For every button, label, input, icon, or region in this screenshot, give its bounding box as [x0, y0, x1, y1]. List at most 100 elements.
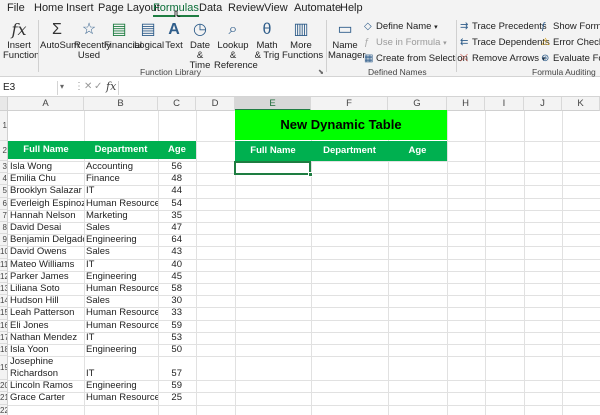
- cell-full-name[interactable]: Mateo Williams: [8, 259, 84, 271]
- row-header-3[interactable]: 3: [0, 161, 8, 174]
- row-header-6[interactable]: 6: [0, 197, 8, 210]
- cell-full-name[interactable]: Everleigh Espinoza: [8, 198, 84, 210]
- row-header-5[interactable]: 5: [0, 185, 8, 198]
- row-header-17[interactable]: 17: [0, 331, 8, 344]
- insert-function-icon[interactable]: fx: [106, 80, 116, 93]
- row-header-7[interactable]: 7: [0, 209, 8, 222]
- lookup-reference-button[interactable]: ⌕ Lookup & Reference: [214, 20, 258, 71]
- row-header-21[interactable]: 21: [0, 392, 8, 405]
- cell-full-name[interactable]: David Owens: [8, 246, 84, 258]
- cell-age[interactable]: 57: [158, 356, 196, 380]
- cell-full-name[interactable]: Hudson Hill: [8, 295, 84, 307]
- cell-full-name[interactable]: Isla Wong: [8, 161, 84, 173]
- cell-full-name[interactable]: Benjamin Delgado: [8, 234, 84, 246]
- table-header-department[interactable]: Department: [84, 141, 158, 159]
- worksheet-grid[interactable]: ABCDEFGHIJK 1234567891011121314151617181…: [0, 97, 600, 415]
- cell-department[interactable]: Marketing: [84, 210, 158, 222]
- row-header-10[interactable]: 10: [0, 246, 8, 259]
- cell-full-name[interactable]: Emilia Chu: [8, 173, 84, 185]
- column-header-j[interactable]: J: [524, 97, 562, 111]
- cell-full-name[interactable]: Leah Patterson: [8, 307, 84, 319]
- cell-age[interactable]: 54: [158, 198, 196, 210]
- select-all-corner[interactable]: [0, 97, 8, 111]
- cell-department[interactable]: IT: [84, 259, 158, 271]
- cell-full-name[interactable]: Nathan Mendez: [8, 332, 84, 344]
- tab-insert[interactable]: Insert: [66, 2, 94, 14]
- row-header-14[interactable]: 14: [0, 295, 8, 308]
- cell-department[interactable]: Engineering: [84, 380, 158, 392]
- cell-age[interactable]: 64: [158, 234, 196, 246]
- cell-department[interactable]: Engineering: [84, 271, 158, 283]
- financial-button[interactable]: ▤ Financial: [104, 20, 142, 51]
- recently-used-button[interactable]: ☆ Recently Used: [74, 20, 111, 61]
- tab-help[interactable]: Help: [340, 2, 363, 14]
- dialog-launcher-icon[interactable]: ⬊: [318, 68, 324, 76]
- row-header-16[interactable]: 16: [0, 319, 8, 332]
- math-trig-button[interactable]: θ Math & Trig: [252, 20, 282, 61]
- cell-age[interactable]: 25: [158, 392, 196, 404]
- cell-department[interactable]: Human Resources: [84, 283, 158, 295]
- cell-full-name[interactable]: Parker James: [8, 271, 84, 283]
- cell-age[interactable]: 45: [158, 271, 196, 283]
- cell-full-name[interactable]: Hannah Nelson: [8, 210, 84, 222]
- dynamic-header-full-name[interactable]: Full Name: [235, 141, 311, 161]
- cell-age[interactable]: 43: [158, 246, 196, 258]
- insert-function-button[interactable]: fx Insert Function: [3, 20, 39, 61]
- cell-age[interactable]: 44: [158, 185, 196, 197]
- dynamic-table-title[interactable]: New Dynamic Table: [235, 110, 447, 140]
- row-header-11[interactable]: 11: [0, 258, 8, 271]
- tab-home[interactable]: Home: [34, 2, 63, 14]
- tab-page-layout[interactable]: Page Layout: [98, 2, 160, 14]
- date-time-button[interactable]: ◷ Date & Time: [186, 20, 214, 71]
- remove-arrows-button[interactable]: ⤫ Remove Arrows ▾: [460, 53, 545, 64]
- column-header-h[interactable]: H: [447, 97, 485, 111]
- column-header-f[interactable]: F: [311, 97, 388, 111]
- cell-full-name[interactable]: Grace Carter: [8, 392, 84, 404]
- column-header-g[interactable]: G: [388, 97, 447, 111]
- row-header-20[interactable]: 20: [0, 380, 8, 393]
- check-icon[interactable]: ✓: [94, 81, 102, 92]
- cell-full-name[interactable]: Lincoln Ramos: [8, 380, 84, 392]
- column-header-k[interactable]: K: [562, 97, 600, 111]
- dynamic-header-department[interactable]: Department: [311, 141, 388, 161]
- cell-age[interactable]: 47: [158, 222, 196, 234]
- autosum-button[interactable]: Σ AutoSum: [40, 20, 79, 51]
- cell-age[interactable]: 48: [158, 173, 196, 185]
- fill-handle[interactable]: [308, 172, 313, 177]
- cell-age[interactable]: 53: [158, 332, 196, 344]
- cell-full-name[interactable]: Eli Jones: [8, 320, 84, 332]
- evaluate-formula-button[interactable]: ⊛Evaluate Formula: [541, 53, 600, 64]
- cell-department[interactable]: Human Resources: [84, 392, 158, 404]
- name-box[interactable]: E3: [0, 81, 58, 95]
- column-header-c[interactable]: C: [158, 97, 196, 111]
- column-header-b[interactable]: B: [84, 97, 158, 111]
- row-header-2[interactable]: 2: [0, 141, 8, 161]
- row-header-13[interactable]: 13: [0, 283, 8, 296]
- row-header-1[interactable]: 1: [0, 111, 8, 141]
- column-header-e[interactable]: E: [235, 97, 311, 111]
- define-name-button[interactable]: ◇ Define Name ▾: [364, 21, 438, 32]
- row-header-4[interactable]: 4: [0, 173, 8, 186]
- row-header-8[interactable]: 8: [0, 222, 8, 235]
- tab-data[interactable]: Data: [199, 2, 222, 14]
- text-button[interactable]: A Text: [162, 20, 186, 51]
- cell-age[interactable]: 50: [158, 344, 196, 356]
- use-in-formula-button[interactable]: ƒ Use in Formula ▾: [364, 37, 447, 48]
- cell-department[interactable]: IT: [84, 356, 158, 380]
- name-manager-button[interactable]: ▭ Name Manager: [328, 20, 366, 61]
- cell-department[interactable]: Sales: [84, 295, 158, 307]
- cell-age[interactable]: 40: [158, 259, 196, 271]
- cell-full-name[interactable]: Isla Yoon: [8, 344, 84, 356]
- column-header-i[interactable]: I: [485, 97, 524, 111]
- column-header-d[interactable]: D: [196, 97, 235, 111]
- tab-review[interactable]: Review: [228, 2, 264, 14]
- cell-department[interactable]: Human Resources: [84, 307, 158, 319]
- chevron-down-icon[interactable]: ▾: [60, 82, 64, 91]
- table-header-age[interactable]: Age: [158, 141, 196, 159]
- cell-department[interactable]: Engineering: [84, 344, 158, 356]
- cell-age[interactable]: 59: [158, 380, 196, 392]
- cell-age[interactable]: 58: [158, 283, 196, 295]
- cell-full-name[interactable]: David Desai: [8, 222, 84, 234]
- create-from-selection-button[interactable]: ▦ Create from Selection: [364, 53, 468, 64]
- cell-age[interactable]: 33: [158, 307, 196, 319]
